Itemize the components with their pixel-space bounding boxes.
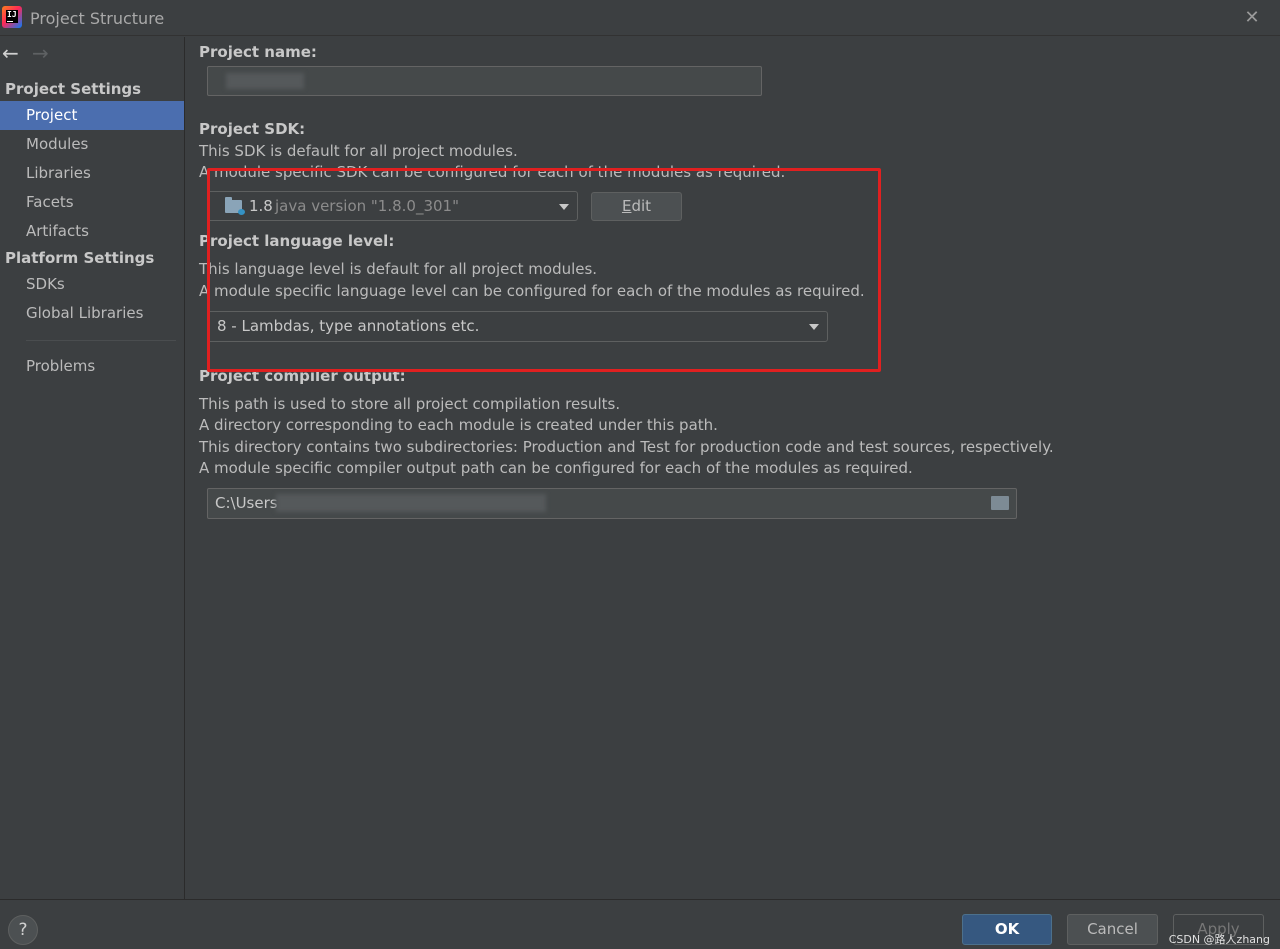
sidebar-item-artifacts[interactable]: Artifacts <box>0 217 184 246</box>
compiler-output-description-2: A directory corresponding to each module… <box>199 416 718 434</box>
sidebar-item-project[interactable]: Project <box>0 101 184 130</box>
browse-folder-icon[interactable] <box>991 496 1009 510</box>
compiler-output-description-1: This path is used to store all project c… <box>199 395 621 413</box>
cancel-button[interactable]: Cancel <box>1067 914 1158 945</box>
title-bar: IJ Project Structure ✕ <box>0 0 1280 36</box>
forward-arrow-icon[interactable]: → <box>32 43 62 63</box>
sidebar-item-facets[interactable]: Facets <box>0 188 184 217</box>
sidebar-divider <box>26 340 176 341</box>
sidebar: ← → Project Settings Project Modules Libr… <box>0 37 185 899</box>
nav-arrows: ← → <box>2 43 62 65</box>
sdk-description-1: This SDK is default for all project modu… <box>199 142 518 160</box>
compiler-output-path-value: C:\Users <box>215 494 278 512</box>
dialog-footer: ? OK Cancel Apply CSDN @路人zhang <box>0 899 1280 949</box>
help-icon[interactable]: ? <box>8 915 38 945</box>
csdn-watermark: CSDN @路人zhang <box>1168 933 1270 946</box>
sdk-edit-button[interactable]: Edit <box>591 192 682 221</box>
compiler-output-label: Project compiler output: <box>199 367 406 385</box>
back-arrow-icon[interactable]: ← <box>2 43 32 63</box>
language-level-description-1: This language level is default for all p… <box>199 260 598 278</box>
language-level-dropdown[interactable]: 8 - Lambdas, type annotations etc. <box>207 311 828 342</box>
sidebar-item-global-libraries[interactable]: Global Libraries <box>0 299 184 328</box>
main-panel: Project name: Project SDK: This SDK is d… <box>186 37 1280 899</box>
sidebar-item-sdks[interactable]: SDKs <box>0 270 184 299</box>
project-settings-header: Project Settings <box>5 80 142 98</box>
edit-label-rest: dit <box>631 197 652 215</box>
sidebar-item-problems[interactable]: Problems <box>0 352 184 381</box>
intellij-logo-icon: IJ <box>2 6 22 28</box>
sidebar-item-libraries[interactable]: Libraries <box>0 159 184 188</box>
sdk-version-detail: java version "1.8.0_301" <box>275 197 459 215</box>
language-level-description-2: A module specific language level can be … <box>199 282 865 300</box>
redacted-path <box>276 494 546 512</box>
sdk-description-2: A module specific SDK can be configured … <box>199 163 786 181</box>
ok-button[interactable]: OK <box>962 914 1052 945</box>
sdk-folder-icon <box>225 197 245 215</box>
language-level-label: Project language level: <box>199 232 395 250</box>
compiler-output-description-3: This directory contains two subdirectori… <box>199 438 1054 456</box>
chevron-down-icon <box>809 324 819 330</box>
project-name-label: Project name: <box>199 43 317 61</box>
project-name-input[interactable] <box>207 66 762 96</box>
project-sdk-label: Project SDK: <box>199 120 306 138</box>
compiler-output-path-input[interactable]: C:\Users <box>207 488 1017 519</box>
sdk-dropdown[interactable]: 1.8 java version "1.8.0_301" <box>207 191 578 221</box>
redacted-project-name <box>226 73 304 89</box>
compiler-output-description-4: A module specific compiler output path c… <box>199 459 913 477</box>
chevron-down-icon <box>559 204 569 210</box>
window-title: Project Structure <box>30 9 165 28</box>
sidebar-item-modules[interactable]: Modules <box>0 130 184 159</box>
close-icon[interactable]: ✕ <box>1242 8 1262 28</box>
language-level-value: 8 - Lambdas, type annotations etc. <box>217 317 480 335</box>
sdk-version: 1.8 <box>249 197 273 215</box>
platform-settings-header: Platform Settings <box>5 249 155 267</box>
